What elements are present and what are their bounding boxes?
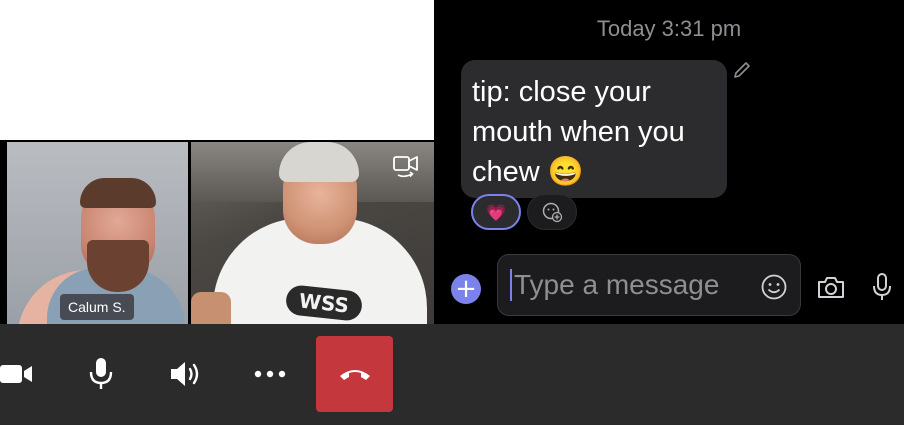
plus-icon: + (455, 274, 477, 304)
add-reaction-button[interactable] (527, 194, 577, 230)
heart-reaction[interactable]: 💗 (471, 194, 521, 230)
video-area: WSS Calum S. (0, 0, 434, 324)
participant-hair (80, 178, 156, 208)
mute-button[interactable] (84, 336, 118, 412)
participant-name-badge: Calum S. (60, 294, 134, 320)
hang-up-icon (339, 370, 370, 380)
message-bubble[interactable]: tip: close your mouth when you chew 😄 (461, 60, 727, 198)
speaker-icon (171, 362, 199, 386)
edited-pencil-icon (734, 62, 750, 78)
hang-up-button[interactable] (316, 336, 393, 412)
add-reaction-icon (542, 202, 563, 223)
more-options-button[interactable] (250, 336, 290, 412)
call-controls-bar (0, 324, 904, 425)
microphone-icon[interactable] (871, 272, 893, 302)
message-timestamp: Today 3:31 pm (596, 16, 742, 41)
message-input-placeholder: Type a message (514, 269, 720, 300)
message-input[interactable]: Type a message (497, 254, 801, 316)
video-camera-icon (0, 365, 32, 383)
self-video-tile[interactable]: WSS (191, 142, 434, 324)
camera-switch-icon[interactable] (392, 154, 420, 178)
shared-view-blank (0, 0, 434, 140)
speaker-button[interactable] (166, 336, 206, 412)
heart-icon: 💗 (486, 202, 506, 222)
emoji-icon[interactable] (760, 273, 788, 301)
text-caret (510, 269, 512, 301)
more-icon (254, 370, 286, 378)
chat-panel: Today 3:31 pm tip: close your mouth when… (434, 0, 904, 324)
participant-arm (191, 292, 231, 324)
add-attachment-button[interactable]: + (451, 274, 481, 304)
video-toggle-button[interactable] (0, 336, 34, 412)
camera-icon[interactable] (816, 273, 846, 301)
microphone-icon (89, 358, 113, 389)
